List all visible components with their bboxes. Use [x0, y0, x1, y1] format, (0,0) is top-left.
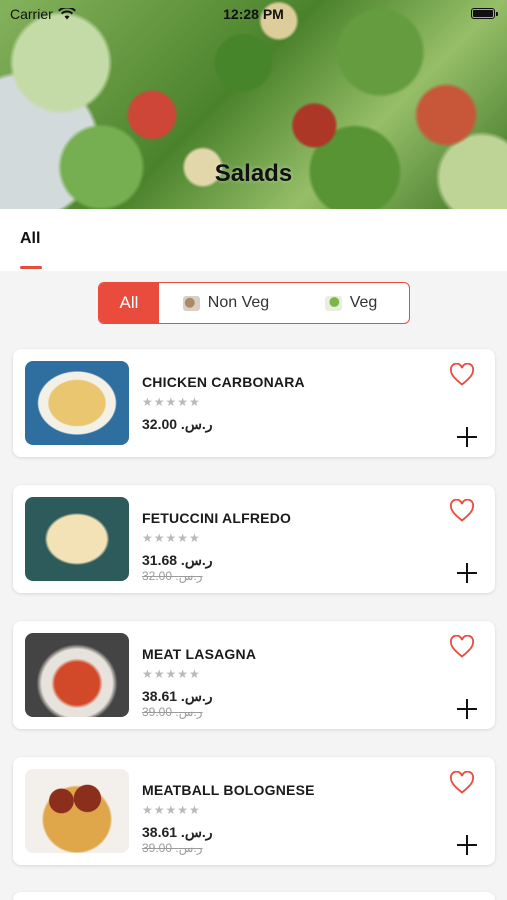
- add-to-cart-plus-icon[interactable]: [457, 563, 477, 583]
- item-name: MEATBALL BOLOGNESE: [142, 782, 315, 798]
- item-rating: ★★★★★: [142, 395, 201, 409]
- category-tab-bar: All: [0, 209, 507, 271]
- diet-filter: All Non Veg Veg: [98, 282, 410, 324]
- menu-item-card[interactable]: CHICKEN CARBONARA ★★★★★ 32.00 .ر.س: [13, 349, 495, 457]
- veg-icon: [324, 295, 342, 311]
- item-image: [25, 361, 129, 445]
- item-name: CHICKEN CARBONARA: [142, 374, 305, 390]
- menu-item-card[interactable]: FETUCCINI ALFREDO ★★★★★ 31.68 .ر.س 32.00…: [13, 485, 495, 593]
- non-veg-icon: [182, 295, 200, 311]
- tab-indicator: [20, 266, 42, 269]
- tab-all[interactable]: All: [20, 230, 40, 248]
- item-image: [25, 769, 129, 853]
- item-rating: ★★★★★: [142, 667, 201, 681]
- filter-veg-button[interactable]: Veg: [293, 283, 409, 323]
- item-price: 38.61 .ر.س: [142, 824, 213, 840]
- item-image: [25, 633, 129, 717]
- menu-item-card-partial[interactable]: [13, 892, 495, 900]
- favorite-heart-icon[interactable]: [449, 363, 475, 387]
- filter-non-veg-label: Non Veg: [207, 294, 270, 311]
- item-rating: ★★★★★: [142, 531, 201, 545]
- filter-veg-label: Veg: [349, 294, 378, 311]
- item-price: 38.61 .ر.س: [142, 688, 213, 704]
- item-original-price: 39.00 .ر.س: [142, 705, 203, 719]
- add-to-cart-plus-icon[interactable]: [457, 427, 477, 447]
- item-name: FETUCCINI ALFREDO: [142, 510, 292, 526]
- filter-all-label: All: [119, 293, 139, 312]
- favorite-heart-icon[interactable]: [449, 635, 475, 659]
- item-original-price: 32.00 .ر.س: [142, 569, 203, 583]
- item-rating: ★★★★★: [142, 803, 201, 817]
- filter-all-button[interactable]: All: [99, 283, 159, 323]
- status-time: 12:28 PM: [223, 6, 284, 22]
- add-to-cart-plus-icon[interactable]: [457, 835, 477, 855]
- item-price: 31.68 .ر.س: [142, 552, 213, 568]
- menu-item-card[interactable]: MEATBALL BOLOGNESE ★★★★★ 38.61 .ر.س 39.0…: [13, 757, 495, 865]
- page-title: Salads: [214, 160, 293, 187]
- battery-icon: [471, 8, 498, 19]
- item-image: [25, 497, 129, 581]
- favorite-heart-icon[interactable]: [449, 771, 475, 795]
- status-bar: Carrier 12:28 PM: [0, 0, 507, 28]
- item-original-price: 39.00 .ر.س: [142, 841, 203, 855]
- menu-item-card[interactable]: MEAT LASAGNA ★★★★★ 38.61 .ر.س 39.00 .ر.س: [13, 621, 495, 729]
- item-name: MEAT LASAGNA: [142, 646, 257, 662]
- add-to-cart-plus-icon[interactable]: [457, 699, 477, 719]
- filter-non-veg-button[interactable]: Non Veg: [159, 283, 293, 323]
- favorite-heart-icon[interactable]: [449, 499, 475, 523]
- item-price: 32.00 .ر.س: [142, 416, 213, 432]
